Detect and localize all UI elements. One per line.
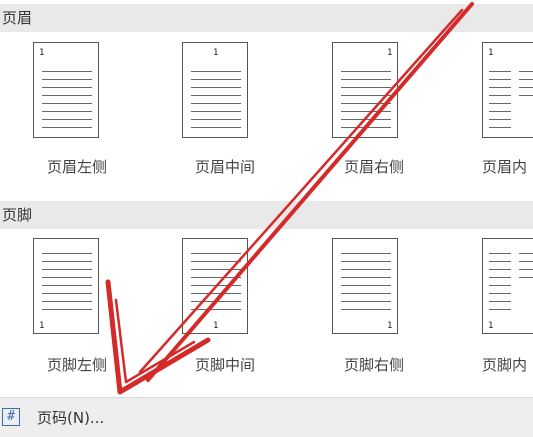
footer-right-option[interactable]: 1 页脚右侧 bbox=[319, 238, 429, 388]
footer-right-label: 页脚右侧 bbox=[343, 356, 404, 374]
header-section-title: 页眉 bbox=[0, 4, 533, 32]
footer-center-thumbnail: 1 bbox=[182, 238, 248, 334]
footer-section-title: 页脚 bbox=[0, 201, 533, 229]
page-number-marker: 1 bbox=[213, 321, 219, 331]
header-left-label: 页眉左侧 bbox=[46, 158, 107, 176]
header-inside-label: 页眉内 bbox=[482, 158, 528, 176]
header-right-thumbnail: 1 bbox=[332, 42, 398, 138]
page-number-marker: 1 bbox=[39, 321, 45, 331]
footer-center-option[interactable]: 1 页脚中间 bbox=[170, 238, 280, 388]
page-number-marker: 1 bbox=[488, 48, 494, 58]
page-number-hash-icon: # bbox=[2, 408, 20, 426]
footer-inside-thumbnail: 1 bbox=[482, 238, 533, 334]
header-center-thumbnail: 1 bbox=[182, 42, 248, 138]
footer-left-thumbnail: 1 bbox=[33, 238, 99, 334]
page-number-marker: 1 bbox=[387, 321, 393, 331]
header-right-option[interactable]: 1 页眉右侧 bbox=[319, 40, 429, 190]
header-center-option[interactable]: 1 页眉中间 bbox=[170, 40, 280, 190]
header-inside-thumbnail: 1 bbox=[482, 42, 533, 138]
page-number-menu-item[interactable]: 页码(N)... bbox=[37, 407, 104, 428]
header-inside-option[interactable]: 1 页眉内 bbox=[470, 40, 533, 190]
footer-inside-label: 页脚内 bbox=[482, 356, 528, 374]
header-right-label: 页眉右侧 bbox=[343, 158, 404, 176]
page-number-marker: 1 bbox=[39, 48, 45, 58]
header-left-thumbnail: 1 bbox=[33, 42, 99, 138]
footer-inside-option[interactable]: 1 页脚内 bbox=[470, 238, 533, 388]
page-number-marker: 1 bbox=[387, 48, 393, 58]
header-left-option[interactable]: 1 页眉左侧 bbox=[22, 40, 132, 190]
footer-left-label: 页脚左侧 bbox=[46, 356, 107, 374]
page-number-marker: 1 bbox=[213, 48, 219, 58]
footer-center-label: 页脚中间 bbox=[194, 356, 255, 374]
footer-right-thumbnail: 1 bbox=[332, 238, 398, 334]
footer-left-option[interactable]: 1 页脚左侧 bbox=[22, 238, 132, 388]
header-center-label: 页眉中间 bbox=[194, 158, 255, 176]
page-number-marker: 1 bbox=[488, 321, 494, 331]
page-number-menu-bar: # 页码(N)... bbox=[0, 397, 533, 437]
